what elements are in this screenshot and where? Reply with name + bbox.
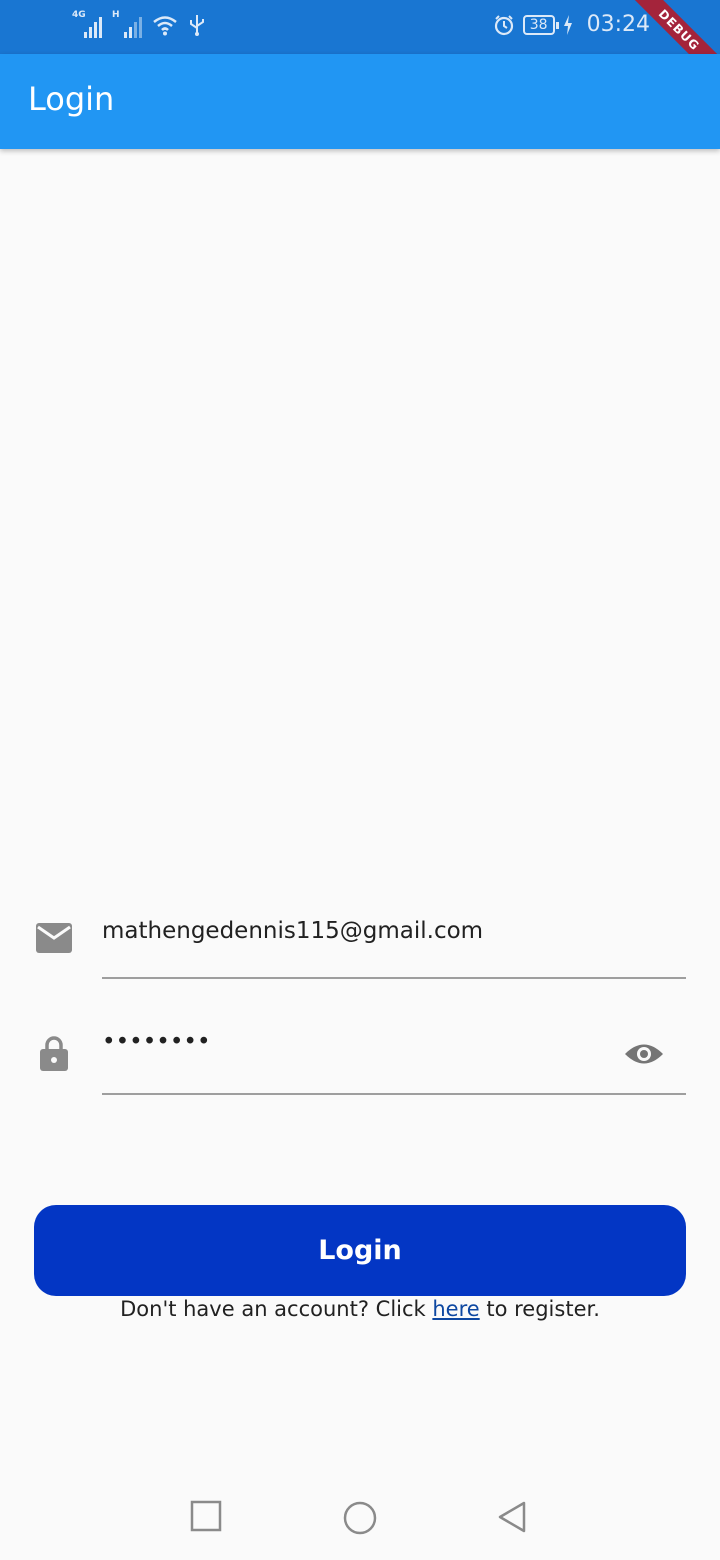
page-title: Login	[28, 80, 115, 118]
register-suffix: to register.	[479, 1297, 600, 1321]
lock-icon	[40, 1036, 68, 1071]
email-underline	[102, 977, 686, 979]
home-button[interactable]	[342, 1500, 378, 1536]
charging-icon	[563, 14, 572, 35]
email-field-row	[0, 900, 720, 980]
mail-icon	[36, 923, 72, 953]
eye-icon[interactable]	[624, 1041, 664, 1067]
status-right: 38 03:24	[493, 12, 650, 37]
wifi-icon	[153, 16, 177, 36]
password-field-row	[0, 1015, 720, 1097]
recents-button[interactable]	[190, 1500, 222, 1532]
email-field[interactable]	[102, 918, 686, 944]
login-button[interactable]: Login	[34, 1205, 686, 1296]
signal-h-icon: H	[112, 10, 142, 38]
usb-icon	[190, 15, 204, 36]
register-prompt: Don't have an account? Click here to reg…	[0, 1297, 720, 1321]
password-field[interactable]	[102, 1029, 602, 1055]
battery-indicator: 38	[522, 14, 559, 35]
login-screen: 4G H 38 03:24 DEBUG Login mathengedennis…	[0, 0, 720, 1560]
status-left: 4G H	[72, 10, 206, 38]
register-link[interactable]: here	[432, 1297, 479, 1321]
password-underline	[102, 1093, 686, 1095]
alarm-icon	[494, 14, 513, 35]
app-bar: Login	[0, 54, 720, 149]
signal-4g-icon: 4G	[72, 10, 102, 38]
register-prefix: Don't have an account? Click	[120, 1297, 433, 1321]
network-type-label: H	[112, 10, 120, 20]
navigation-bar	[0, 1476, 720, 1560]
status-bar: 4G H 38 03:24	[0, 0, 720, 54]
network-type-label: 4G	[72, 10, 86, 20]
status-time: 03:24	[586, 12, 650, 37]
back-button[interactable]	[496, 1500, 528, 1534]
